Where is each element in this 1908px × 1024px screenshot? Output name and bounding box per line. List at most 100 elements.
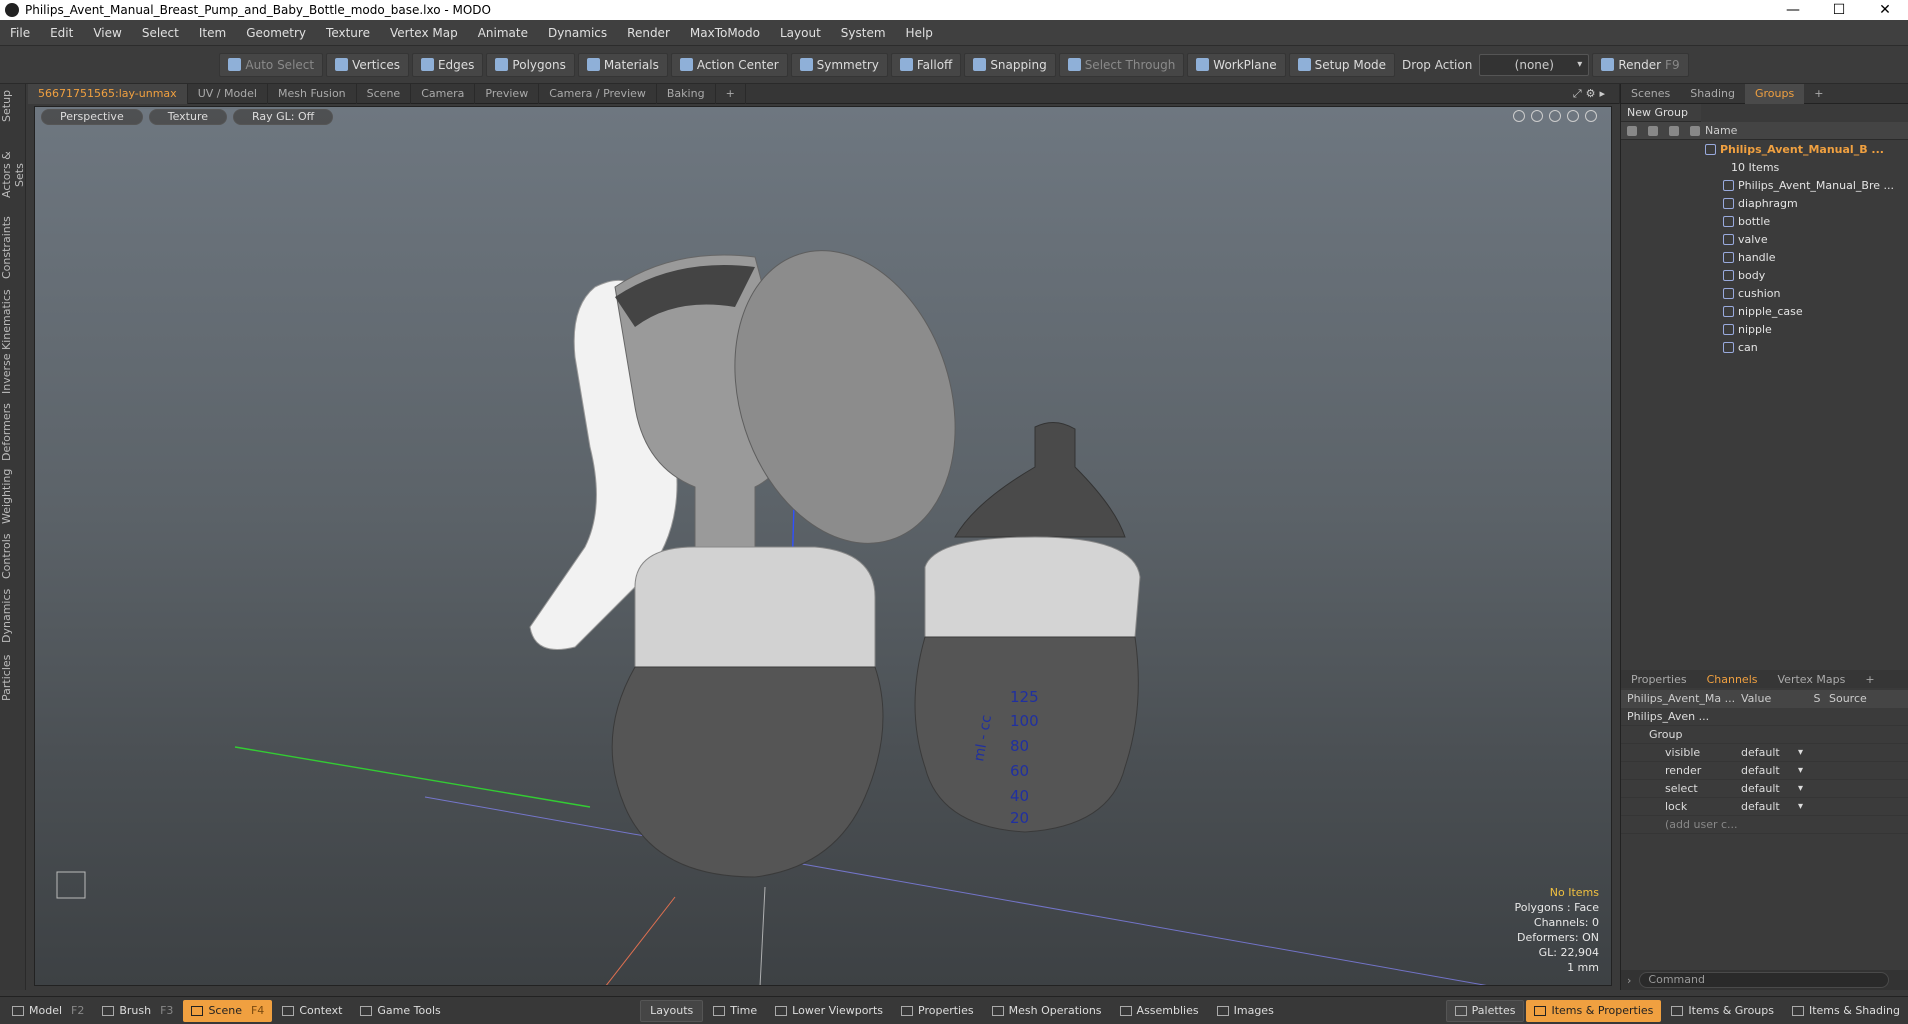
visible-value-dropdown[interactable]: default [1737, 744, 1809, 762]
lock-value-dropdown[interactable]: default [1737, 798, 1809, 816]
tab-properties[interactable]: Properties [1621, 673, 1697, 686]
select-through-button[interactable]: Select Through [1058, 52, 1185, 77]
visibility-column-icon[interactable] [1626, 125, 1637, 136]
new-group-button[interactable]: New Group [1621, 104, 1701, 122]
menu-select[interactable]: Select [132, 26, 189, 40]
falloff-button[interactable]: Falloff [890, 52, 962, 77]
layouts-button[interactable]: Layouts [640, 999, 704, 1022]
rotate-icon[interactable] [1531, 110, 1543, 122]
viewport-options-icon[interactable]: ⤢⚙▸ [1563, 83, 1620, 104]
menu-geometry[interactable]: Geometry [236, 26, 316, 40]
vertices-button[interactable]: Vertices [326, 52, 409, 77]
shading-mode-dropdown[interactable]: Texture [148, 109, 227, 125]
channel-row-select[interactable]: select default [1621, 780, 1908, 798]
render-column-icon[interactable] [1647, 125, 1658, 136]
tab-preview[interactable]: Preview [475, 83, 540, 104]
pan-icon[interactable] [1513, 110, 1525, 122]
game-tools-layout-button[interactable]: Game Tools [352, 1000, 448, 1022]
symmetry-button[interactable]: Symmetry [790, 52, 888, 77]
tree-item-7[interactable]: nipple_case [1621, 302, 1908, 320]
menu-system[interactable]: System [831, 26, 896, 40]
materials-button[interactable]: Materials [577, 52, 668, 77]
channel-root-row[interactable]: Philips_Aven ... [1621, 708, 1908, 726]
menu-vertex-map[interactable]: Vertex Map [380, 26, 468, 40]
render-value-dropdown[interactable]: default [1737, 762, 1809, 780]
snapping-button[interactable]: Snapping [964, 52, 1056, 77]
brush-layout-button[interactable]: Brush F3 [94, 1000, 181, 1022]
tab-constraints[interactable]: Constraints [0, 216, 26, 280]
workplane-button[interactable]: WorkPlane [1187, 52, 1286, 77]
channel-row-lock[interactable]: lock default [1621, 798, 1908, 816]
palettes-button[interactable]: Palettes [1445, 999, 1525, 1022]
add-right-tab[interactable]: + [1804, 84, 1833, 104]
properties-button[interactable]: Properties [893, 1000, 982, 1022]
tab-scene[interactable]: Scene [357, 83, 412, 104]
minimize-button[interactable]: — [1770, 2, 1816, 18]
close-button[interactable]: ✕ [1862, 2, 1908, 18]
tab-scenes[interactable]: Scenes [1621, 84, 1680, 104]
maximize-button[interactable]: ☐ [1816, 2, 1862, 18]
items-groups-button[interactable]: Items & Groups [1663, 1000, 1782, 1022]
auto-select-button[interactable]: Auto Select [219, 52, 324, 77]
tree-item-6[interactable]: cushion [1621, 284, 1908, 302]
tab-groups[interactable]: Groups [1744, 83, 1805, 104]
tab-controls[interactable]: Controls [0, 530, 26, 582]
tree-item-2[interactable]: bottle [1621, 212, 1908, 230]
action-center-button[interactable]: Action Center [670, 52, 788, 77]
add-channel-tab[interactable]: + [1855, 673, 1884, 686]
channel-group-row[interactable]: Group [1621, 726, 1908, 744]
tree-item-9[interactable]: can [1621, 338, 1908, 356]
zoom-icon[interactable] [1549, 110, 1561, 122]
tab-inverse-kinematics[interactable]: Inverse Kinematics [0, 288, 26, 396]
add-tab-button[interactable]: + [716, 83, 746, 104]
items-properties-button[interactable]: Items & Properties [1526, 999, 1662, 1022]
viewport-settings-icon[interactable] [1585, 110, 1597, 122]
add-user-channel-row[interactable]: (add user c... [1621, 816, 1908, 834]
tree-item-0[interactable]: Philips_Avent_Manual_Bre ... [1621, 176, 1908, 194]
tab-mesh-fusion[interactable]: Mesh Fusion [268, 83, 357, 104]
mesh-operations-button[interactable]: Mesh Operations [984, 1000, 1110, 1022]
tab-uv-model[interactable]: UV / Model [188, 83, 268, 104]
context-layout-button[interactable]: Context [274, 1000, 350, 1022]
render-button[interactable]: Render F9 [1592, 52, 1689, 77]
command-input[interactable]: Command [1639, 972, 1890, 988]
tab-channels[interactable]: Channels [1697, 673, 1768, 686]
menu-item[interactable]: Item [189, 26, 236, 40]
menu-animate[interactable]: Animate [468, 26, 538, 40]
tab-setup[interactable]: Setup [0, 88, 26, 124]
menu-layout[interactable]: Layout [770, 26, 831, 40]
3d-viewport[interactable]: ml - cc 125 100 80 60 40 20 Perspective … [34, 106, 1612, 986]
lower-viewports-button[interactable]: Lower Viewports [767, 1000, 891, 1022]
view-mode-dropdown[interactable]: Perspective [41, 109, 143, 125]
name-column-header[interactable]: Name [1705, 122, 1737, 139]
edges-button[interactable]: Edges [411, 52, 484, 77]
tab-baking[interactable]: Baking [657, 83, 716, 104]
menu-render[interactable]: Render [617, 26, 680, 40]
drop-action-select[interactable]: (none) [1479, 53, 1590, 76]
assemblies-button[interactable]: Assemblies [1112, 1000, 1207, 1022]
tab-camera[interactable]: Camera [411, 83, 476, 104]
tab-deformers[interactable]: Deformers [0, 402, 26, 462]
menu-edit[interactable]: Edit [40, 26, 83, 40]
tree-item-1[interactable]: diaphragm [1621, 194, 1908, 212]
menu-help[interactable]: Help [896, 26, 943, 40]
menu-file[interactable]: File [0, 26, 40, 40]
time-button[interactable]: Time [705, 1000, 765, 1022]
model-layout-button[interactable]: Model F2 [4, 1000, 92, 1022]
fit-icon[interactable] [1567, 110, 1579, 122]
tree-item-5[interactable]: body [1621, 266, 1908, 284]
setup-mode-button[interactable]: Setup Mode [1288, 52, 1396, 77]
raygl-toggle[interactable]: Ray GL: Off [233, 109, 334, 125]
select-column-icon[interactable] [1689, 125, 1700, 136]
tab-vertex-maps[interactable]: Vertex Maps [1768, 673, 1856, 686]
tab-particles[interactable]: Particles [0, 650, 26, 706]
select-value-dropdown[interactable]: default [1737, 780, 1809, 798]
menu-view[interactable]: View [83, 26, 131, 40]
images-button[interactable]: Images [1209, 1000, 1282, 1022]
menu-texture[interactable]: Texture [316, 26, 380, 40]
menu-maxtomodo[interactable]: MaxToModo [680, 26, 770, 40]
menu-dynamics[interactable]: Dynamics [538, 26, 617, 40]
tab-actors-sets[interactable]: Actors & Sets [0, 140, 26, 210]
polygons-button[interactable]: Polygons [486, 52, 575, 77]
tab-dynamics[interactable]: Dynamics [0, 588, 26, 644]
